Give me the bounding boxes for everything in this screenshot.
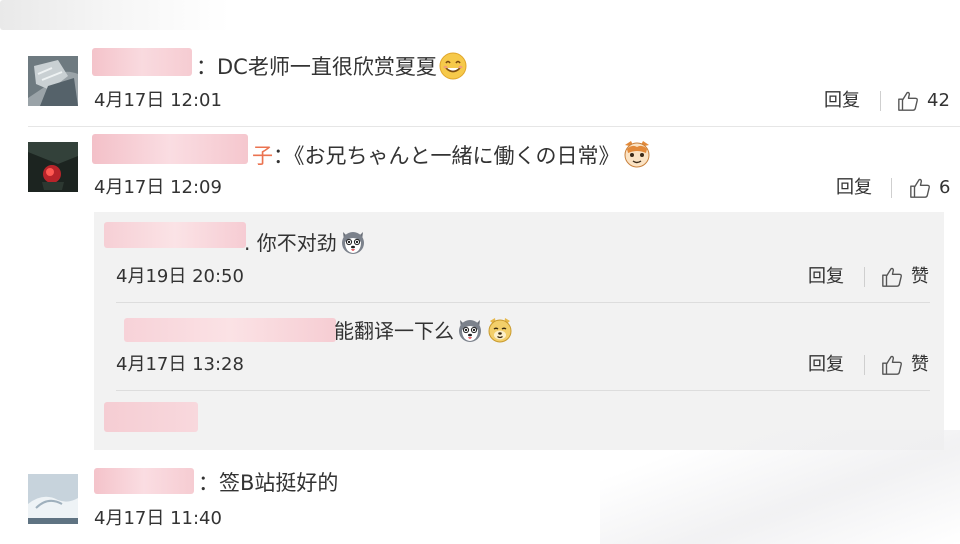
comment-section: ：DC老师一直很欣赏夏夏 4月17日 12:01 回复 42 子：《お兄ちゃんと… — [0, 0, 960, 544]
redacted-username — [92, 48, 192, 76]
comment-body: ：DC老师一直很欣赏夏夏 — [196, 55, 437, 79]
comment-text: ：DC老师一直很欣赏夏夏 — [196, 52, 467, 80]
reply-button[interactable]: 回复 — [824, 90, 860, 112]
like-button[interactable]: 42 — [897, 90, 950, 112]
reply-body: 能翻译一下么 — [334, 319, 454, 343]
avatar[interactable] — [28, 142, 78, 192]
reply-text: . 你不对劲 — [244, 228, 367, 256]
thumbs-up-icon — [910, 178, 930, 198]
reply-time: 4月19日 20:50 — [116, 266, 244, 287]
reply-button[interactable]: 回复 — [808, 354, 844, 376]
reply-button[interactable]: 回复 — [836, 177, 872, 199]
reply-divider — [116, 302, 930, 303]
like-count: 42 — [927, 90, 950, 111]
username-suffix[interactable]: 子 — [252, 144, 273, 168]
comment-time: 4月17日 11:40 — [94, 508, 222, 529]
cat-emoji-icon — [622, 139, 652, 169]
avatar-image — [28, 56, 78, 106]
thumbs-up-icon — [882, 355, 902, 375]
like-label: 赞 — [911, 354, 929, 375]
reply-text: 能翻译一下么 — [334, 316, 514, 344]
reply-button[interactable]: 回复 — [808, 266, 844, 288]
like-label: 赞 — [911, 266, 929, 287]
smile-emoji-icon — [439, 52, 467, 80]
redacted-more-replies[interactable] — [104, 402, 198, 432]
comment-time: 4月17日 12:01 — [94, 90, 222, 111]
reply-body: . 你不对劲 — [244, 231, 337, 255]
comment-text: ：签B站挺好的 — [198, 470, 338, 496]
reply-divider — [116, 390, 930, 391]
like-button[interactable]: 赞 — [881, 354, 929, 376]
husky-emoji-icon — [339, 228, 367, 256]
like-button[interactable]: 6 — [909, 177, 950, 199]
thumbs-up-icon — [898, 91, 918, 111]
like-button[interactable]: 赞 — [881, 266, 929, 288]
action-separator — [864, 355, 865, 375]
comment-text: 子：《お兄ちゃんと一緒に働くの日常》 — [252, 139, 652, 169]
reply-time: 4月17日 13:28 — [116, 354, 244, 375]
redacted-username — [94, 468, 194, 494]
avatar[interactable] — [28, 474, 78, 524]
redacted-username — [104, 222, 246, 248]
avatar[interactable] — [28, 56, 78, 106]
like-count: 6 — [939, 177, 951, 198]
avatar-image — [28, 142, 78, 192]
thumbs-up-icon — [882, 267, 902, 287]
redacted-username — [92, 134, 248, 164]
avatar-image — [28, 474, 78, 524]
action-separator — [864, 267, 865, 287]
redacted-username — [124, 318, 336, 342]
redacted-header — [0, 0, 230, 30]
comment-body: ：《お兄ちゃんと一緒に働くの日常》 — [273, 144, 620, 168]
image-fade — [600, 430, 960, 544]
doge-emoji-icon — [486, 316, 514, 344]
comment-body: ：签B站挺好的 — [198, 471, 339, 495]
action-separator — [880, 91, 881, 111]
husky-emoji-icon — [456, 316, 484, 344]
comment-time: 4月17日 12:09 — [94, 177, 222, 198]
comment-divider — [28, 126, 960, 127]
action-separator — [891, 178, 892, 198]
